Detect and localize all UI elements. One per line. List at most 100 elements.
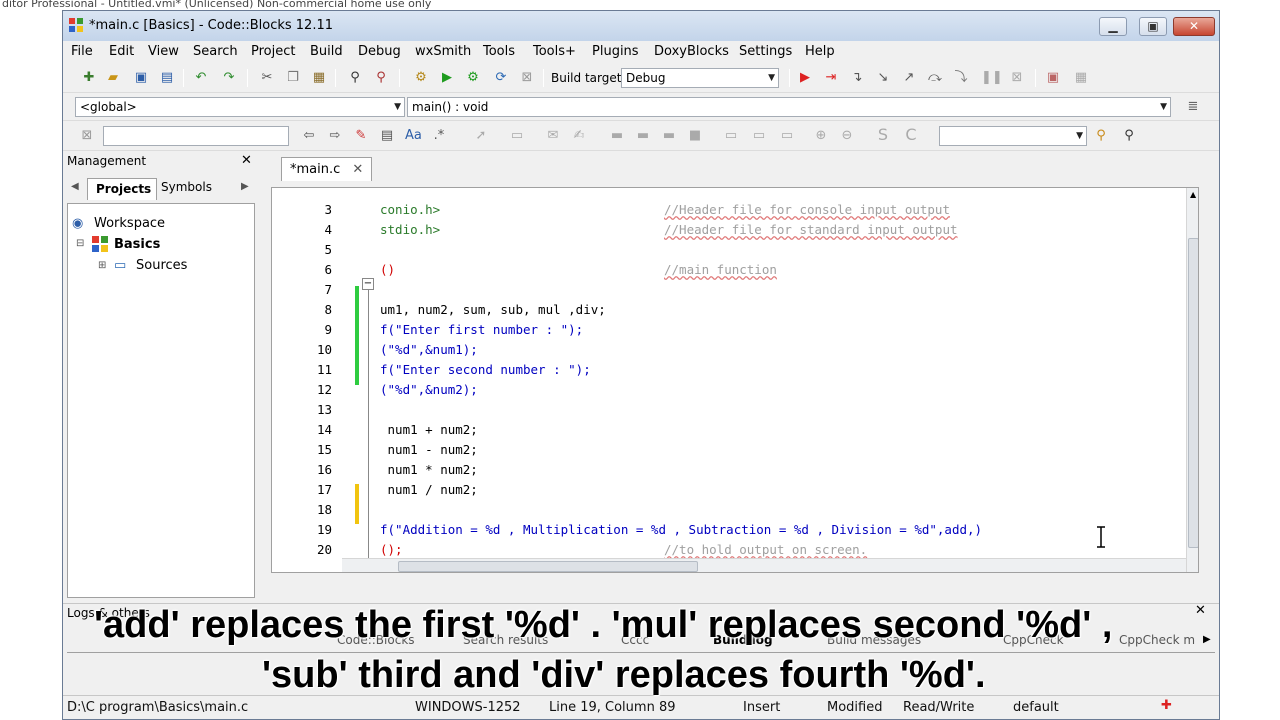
edit-doc-icon[interactable]: ✍ [571,128,587,144]
tab-main-c[interactable]: *main.c ✕ [281,157,373,181]
debug-run-icon[interactable]: ▶ [797,70,813,86]
maximize-button[interactable]: ▣ [1139,17,1167,36]
tool-select[interactable]: ▼ [939,126,1087,146]
vertical-scroll-thumb[interactable] [1188,238,1198,548]
vertical-scrollbar[interactable]: ▲ [1186,188,1198,572]
next-line-icon[interactable]: ↴ [849,70,865,86]
shape-b-icon[interactable]: ▭ [751,128,767,144]
find-previous-icon[interactable]: ⇦ [301,128,317,144]
close-logs-icon[interactable]: ✕ [1195,603,1206,618]
menu-debug[interactable]: Debug [358,44,401,59]
fold-marker-icon[interactable]: − [362,278,374,290]
close-tab-icon[interactable]: ✕ [352,162,363,177]
step-out-icon[interactable]: ↗ [901,70,917,86]
menu-edit[interactable]: Edit [109,44,134,59]
cut-icon[interactable]: ✂ [259,70,275,86]
menu-tools[interactable]: Tools [483,44,515,59]
title-bar[interactable]: *main.c [Basics] - Code::Blocks 12.11 ▁ … [63,11,1219,41]
pause-icon[interactable]: ❚❚ [981,70,1003,86]
highlight-icon[interactable]: ✎ [353,128,369,144]
tab-scroll-right-icon[interactable]: ▶ [1203,634,1211,645]
menu-build[interactable]: Build [310,44,343,59]
scroll-up-icon[interactable]: ▲ [1190,190,1196,199]
horizontal-scroll-thumb[interactable] [398,561,698,572]
c-tool-icon[interactable]: C [903,127,919,143]
regex-icon[interactable]: .* [431,128,447,144]
redo-icon[interactable]: ↷ [221,70,237,86]
menu-file[interactable]: File [71,44,93,59]
menu-wxsmith[interactable]: wxSmith [415,44,471,59]
horizontal-scrollbar[interactable] [342,558,1186,572]
copy-icon[interactable]: ❐ [285,70,301,86]
find-next-icon[interactable]: ⇨ [327,128,343,144]
debug-info-icon[interactable]: ▦ [1073,70,1089,86]
tab-scroll-left-icon[interactable]: ◀ [71,181,79,192]
search-options-icon[interactable]: ⚲ [1093,128,1109,144]
layout-b-icon[interactable]: ▬ [635,128,651,144]
symbols-icon[interactable]: ≣ [1185,99,1201,115]
tab-symbols[interactable]: Symbols [161,180,212,194]
next-instruction-icon[interactable]: ⤼ [927,70,943,86]
minimize-button[interactable]: ▁ [1099,17,1127,36]
undo-icon[interactable]: ↶ [193,70,209,86]
menu-settings[interactable]: Settings [739,44,792,59]
mail-icon[interactable]: ✉ [545,128,561,144]
code-editor[interactable]: − 3 conio.h> //Header file for console i… [271,187,1199,573]
shape-a-icon[interactable]: ▭ [723,128,739,144]
layout-d-icon[interactable]: ■ [687,128,703,144]
build-target-select[interactable]: Debug ▼ [621,68,779,88]
clear-search-icon[interactable]: ⊠ [79,128,95,144]
menu-doxyblocks[interactable]: DoxyBlocks [654,44,729,59]
build-run-icon[interactable]: ⚙ [465,70,481,86]
close-panel-icon[interactable]: ✕ [241,153,252,168]
project-node[interactable]: Basics [114,237,160,252]
save-icon[interactable]: ▣ [133,70,149,86]
expand-icon[interactable]: ⊞ [98,260,106,271]
shape-c-icon[interactable]: ▭ [779,128,795,144]
menu-project[interactable]: Project [251,44,295,59]
zoom-out-icon[interactable]: ⊖ [839,128,855,144]
build-gear-icon[interactable]: ⚙ [413,70,429,86]
search-icon[interactable]: ⚲ [1121,128,1137,144]
rebuild-icon[interactable]: ⟳ [493,70,509,86]
run-icon[interactable]: ▶ [439,70,455,86]
layout-a-icon[interactable]: ▬ [609,128,625,144]
menu-plugins[interactable]: Plugins [592,44,639,59]
step-instruction-icon[interactable]: ⤵ [953,70,969,86]
workspace-node[interactable]: Workspace [94,216,165,231]
abort-icon[interactable]: ⊠ [519,70,535,86]
s-tool-icon[interactable]: S [875,127,891,143]
step-into-icon[interactable]: ↘ [875,70,891,86]
log-tab-cppcheck-messages[interactable]: CppCheck m [1119,633,1195,647]
line-number: 16 [316,462,332,477]
menu-view[interactable]: View [148,44,179,59]
open-file-icon[interactable]: ▰ [105,70,121,86]
code-line: stdio.h> [380,222,441,237]
menu-search[interactable]: Search [193,44,238,59]
collapse-icon[interactable]: ⊟ [76,238,84,249]
run-to-cursor-icon[interactable]: ⇥ [823,70,839,86]
function-select[interactable]: main() : void ▼ [407,97,1171,117]
paste-icon[interactable]: ▦ [311,70,327,86]
find-icon[interactable]: ⚲ [347,70,363,86]
new-file-icon[interactable]: ✚ [81,70,97,86]
code-line: () [380,262,396,277]
sources-node[interactable]: Sources [136,258,187,273]
menu-help[interactable]: Help [805,44,835,59]
replace-icon[interactable]: ⚲ [373,70,389,86]
close-window-button[interactable]: ✕ [1173,17,1215,36]
pointer-icon[interactable]: ➚ [473,128,489,144]
menu-tools-plus[interactable]: Tools+ [533,44,576,59]
stop-debug-icon[interactable]: ⊠ [1009,70,1025,86]
scope-select[interactable]: <global> ▼ [75,97,405,117]
tab-projects[interactable]: Projects [87,178,157,200]
zoom-in-icon[interactable]: ⊕ [813,128,829,144]
block-icon[interactable]: ▭ [509,128,525,144]
search-input[interactable] [103,126,289,146]
save-all-icon[interactable]: ▤ [159,70,175,86]
tab-scroll-right-icon[interactable]: ▶ [241,181,249,192]
selection-only-icon[interactable]: ▤ [379,128,395,144]
match-case-icon[interactable]: Aa [405,128,422,144]
debug-windows-icon[interactable]: ▣ [1045,70,1061,86]
layout-c-icon[interactable]: ▬ [661,128,677,144]
